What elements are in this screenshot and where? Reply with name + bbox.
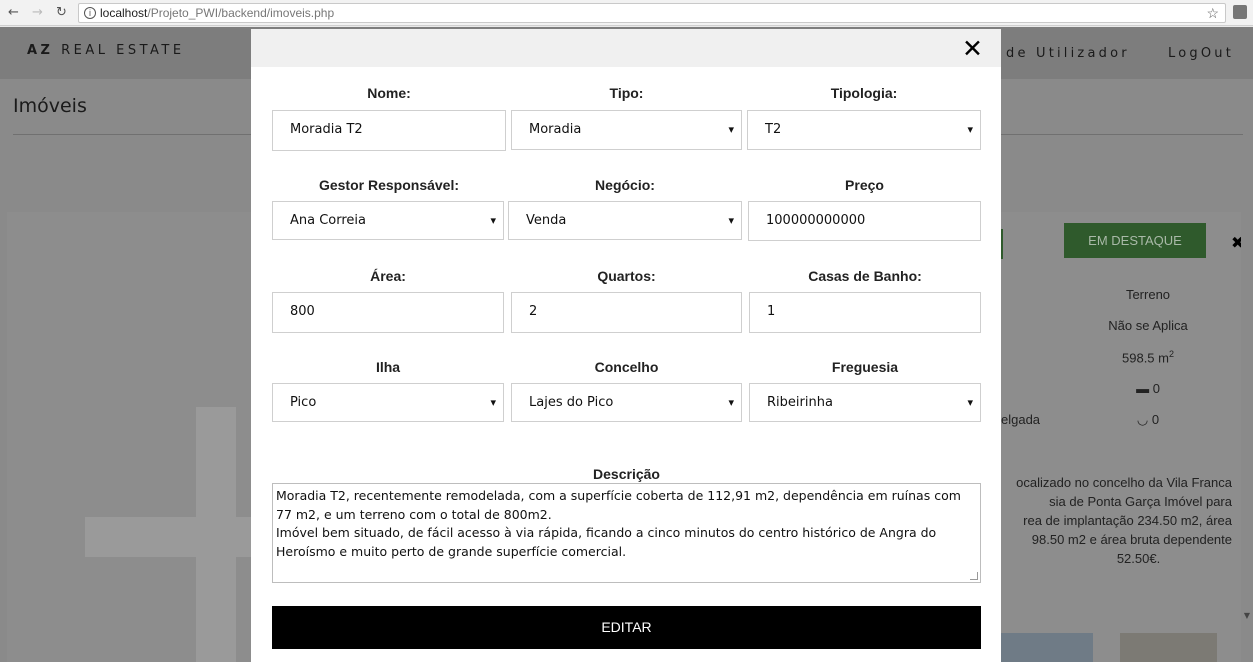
- tipologia-select[interactable]: T2: [747, 110, 981, 150]
- featured-button[interactable]: EM DESTAQUE: [1064, 223, 1206, 258]
- detail-parish: elgada: [1001, 412, 1041, 427]
- brand-rest: REAL ESTATE: [61, 43, 185, 58]
- quartos-input[interactable]: 2: [511, 292, 742, 333]
- label-freguesia: Freguesia: [831, 359, 899, 375]
- bedrooms-value: 0: [1152, 381, 1160, 396]
- info-icon[interactable]: i: [84, 7, 96, 19]
- label-negocio: Negócio:: [595, 177, 655, 193]
- url-text: localhost/Projeto_PWI/backend/imoveis.ph…: [100, 4, 334, 22]
- star-icon[interactable]: ☆: [1206, 4, 1219, 22]
- description-line: sia de Ponta Garça Imóvel para: [1049, 494, 1232, 509]
- tipo-select[interactable]: Moradia: [511, 110, 742, 150]
- ilha-select[interactable]: Pico: [272, 383, 504, 422]
- label-casas-banho: Casas de Banho:: [808, 268, 922, 284]
- detail-type: Terreno: [1125, 287, 1171, 302]
- detail-area: 598.5 m2: [1088, 349, 1208, 365]
- detail-typology: Não se Aplica: [1108, 318, 1188, 333]
- bathrooms-value: 0: [1151, 412, 1160, 427]
- property-image-placeholder: [85, 517, 252, 557]
- detail-area-value: 598.5 m: [1122, 350, 1169, 366]
- concelho-select[interactable]: Lajes do Pico: [511, 383, 742, 422]
- nome-input[interactable]: Moradia T2: [272, 110, 506, 151]
- edit-property-modal: ✕ Nome: Tipo: Tipologia: Moradia T2 Mora…: [251, 29, 1001, 662]
- gestor-select[interactable]: Ana Correia: [272, 201, 504, 240]
- property-description: ocalizado no concelho da Vila Franca sia…: [997, 473, 1232, 568]
- browser-toolbar: ← → ↻ i localhost/Projeto_PWI/backend/im…: [0, 0, 1253, 26]
- nav-user-link[interactable]: de Utilizador: [1006, 46, 1130, 61]
- description-line: 98.50 m2 e área bruta dependente: [1031, 532, 1232, 547]
- label-gestor: Gestor Responsável:: [318, 177, 460, 193]
- description-line: rea de implantação 234.50 m2, área: [1023, 513, 1232, 528]
- bath-icon: ◡: [1136, 412, 1149, 427]
- label-concelho: Concelho: [594, 359, 659, 375]
- label-nome: Nome:: [367, 85, 411, 101]
- freguesia-select[interactable]: Ribeirinha: [749, 383, 981, 422]
- extension-icon[interactable]: [1233, 5, 1247, 19]
- casas-banho-input[interactable]: 1: [749, 292, 981, 333]
- reload-icon[interactable]: ↻: [56, 4, 67, 22]
- descricao-text: Moradia T2, recentemente remodelada, com…: [276, 488, 961, 559]
- description-line: ocalizado no concelho da Vila Franca: [1016, 475, 1232, 490]
- scroll-down-icon[interactable]: ▼: [1241, 611, 1253, 620]
- page-title: Imóveis: [13, 95, 87, 117]
- detail-bathrooms: ◡ 0: [1088, 412, 1208, 428]
- label-area: Área:: [370, 268, 406, 284]
- area-input[interactable]: 800: [272, 292, 504, 333]
- nav-logout-link[interactable]: LogOut: [1168, 46, 1234, 61]
- arrow-right-icon[interactable]: →: [32, 4, 43, 22]
- modal-header: [251, 29, 1001, 67]
- property-thumbnail[interactable]: [1001, 633, 1093, 662]
- label-preco: Preço: [845, 177, 884, 193]
- bed-icon: ▬: [1136, 381, 1150, 396]
- label-tipo: Tipo:: [609, 85, 644, 101]
- resize-handle-icon[interactable]: [970, 572, 978, 580]
- address-bar[interactable]: i localhost/Projeto_PWI/backend/imoveis.…: [78, 3, 1226, 23]
- label-descricao: Descrição: [593, 466, 660, 482]
- editar-button[interactable]: EDITAR: [272, 606, 981, 649]
- brand-bold: AZ: [27, 43, 54, 58]
- detail-area-unit: 2: [1168, 349, 1174, 359]
- label-ilha: Ilha: [375, 359, 401, 375]
- url-path: /Projeto_PWI/backend/imoveis.php: [147, 6, 335, 20]
- scrollbar[interactable]: [1241, 212, 1253, 662]
- brand-logo[interactable]: AZ REAL ESTATE: [27, 43, 185, 58]
- preco-input[interactable]: 100000000000: [748, 201, 981, 241]
- property-thumbnail[interactable]: [1120, 633, 1217, 662]
- descricao-textarea[interactable]: Moradia T2, recentemente remodelada, com…: [272, 483, 981, 583]
- label-tipologia: Tipologia:: [830, 85, 898, 101]
- description-line: 52.50€.: [1116, 551, 1161, 566]
- arrow-left-icon[interactable]: ←: [8, 4, 19, 22]
- negocio-select[interactable]: Venda: [508, 201, 742, 240]
- detail-bedrooms: ▬ 0: [1088, 381, 1208, 396]
- label-quartos: Quartos:: [597, 268, 656, 284]
- close-icon[interactable]: ✕: [962, 34, 983, 64]
- url-host: localhost: [100, 6, 148, 20]
